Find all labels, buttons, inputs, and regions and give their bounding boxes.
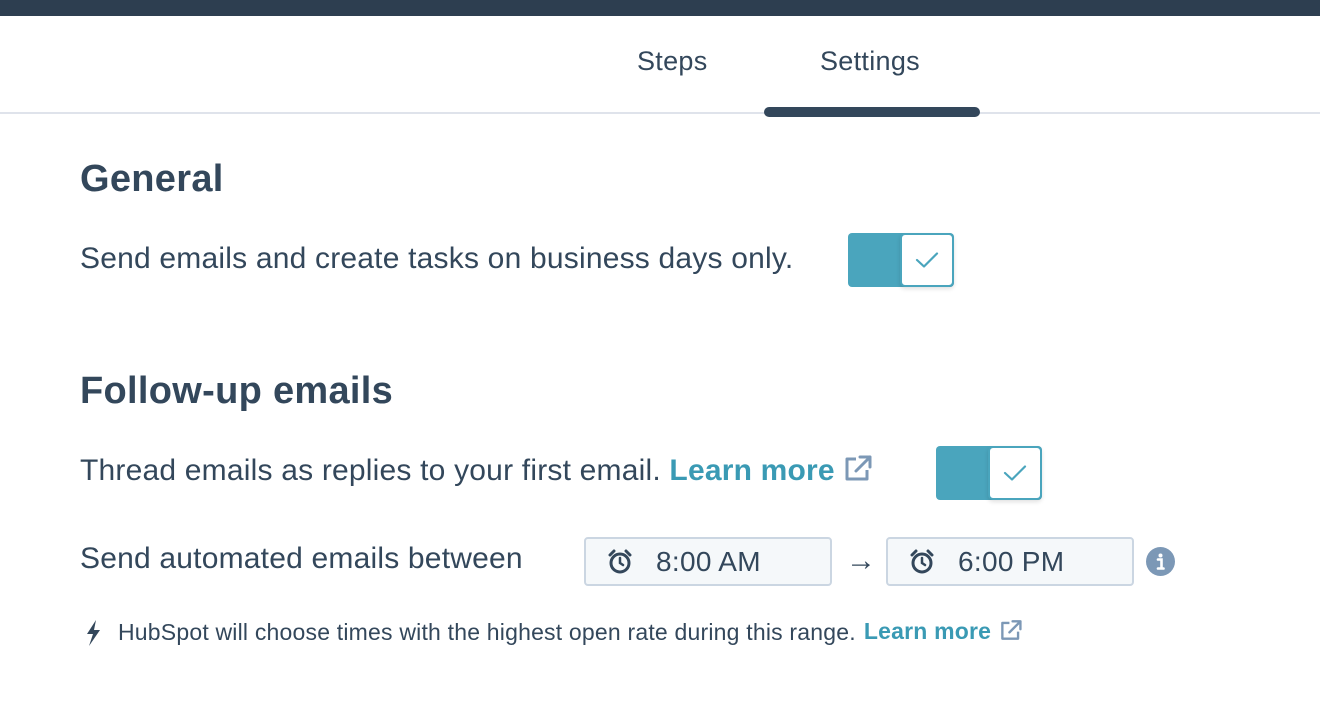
start-time-input[interactable]: 8:00 AM: [584, 537, 832, 586]
toggle-knob: [900, 233, 954, 287]
check-icon: [1003, 465, 1027, 481]
section-heading-general: General: [80, 158, 224, 200]
send-between-label: Send automated emails between: [80, 542, 523, 575]
info-icon[interactable]: [1146, 547, 1175, 576]
section-heading-followup: Follow-up emails: [80, 370, 394, 412]
thread-emails-row: Thread emails as replies to your first e…: [80, 454, 873, 490]
check-icon: [915, 252, 939, 268]
top-bar: [0, 0, 1320, 16]
tab-bar: Steps Settings: [0, 16, 1320, 117]
end-time-value: 6:00 PM: [958, 545, 1065, 577]
alarm-clock-icon: [908, 548, 936, 576]
thread-emails-label: Thread emails as replies to your first e…: [80, 454, 661, 487]
hint-text: HubSpot will choose times with the highe…: [118, 619, 856, 645]
thread-emails-toggle[interactable]: [936, 446, 1042, 500]
learn-more-text: Learn more: [863, 618, 992, 644]
tab-settings[interactable]: Settings: [820, 46, 920, 77]
tab-steps[interactable]: Steps: [637, 46, 708, 77]
external-link-icon: [999, 619, 1023, 647]
thread-learn-more-link[interactable]: Learn more: [669, 454, 872, 487]
start-time-value: 8:00 AM: [656, 545, 761, 577]
optimization-hint: HubSpot will choose times with the highe…: [82, 618, 1023, 647]
business-days-label: Send emails and create tasks on business…: [80, 242, 794, 275]
range-arrow: →: [846, 544, 876, 577]
lightning-bolt-icon: [82, 619, 104, 647]
end-time-input[interactable]: 6:00 PM: [886, 537, 1134, 586]
alarm-clock-icon: [606, 548, 634, 576]
hint-learn-more-link[interactable]: Learn more: [864, 618, 1023, 647]
active-tab-indicator: [764, 107, 980, 117]
learn-more-text: Learn more: [669, 454, 835, 487]
external-link-icon: [843, 454, 873, 490]
toggle-knob: [988, 446, 1042, 500]
business-days-toggle[interactable]: [848, 233, 954, 287]
